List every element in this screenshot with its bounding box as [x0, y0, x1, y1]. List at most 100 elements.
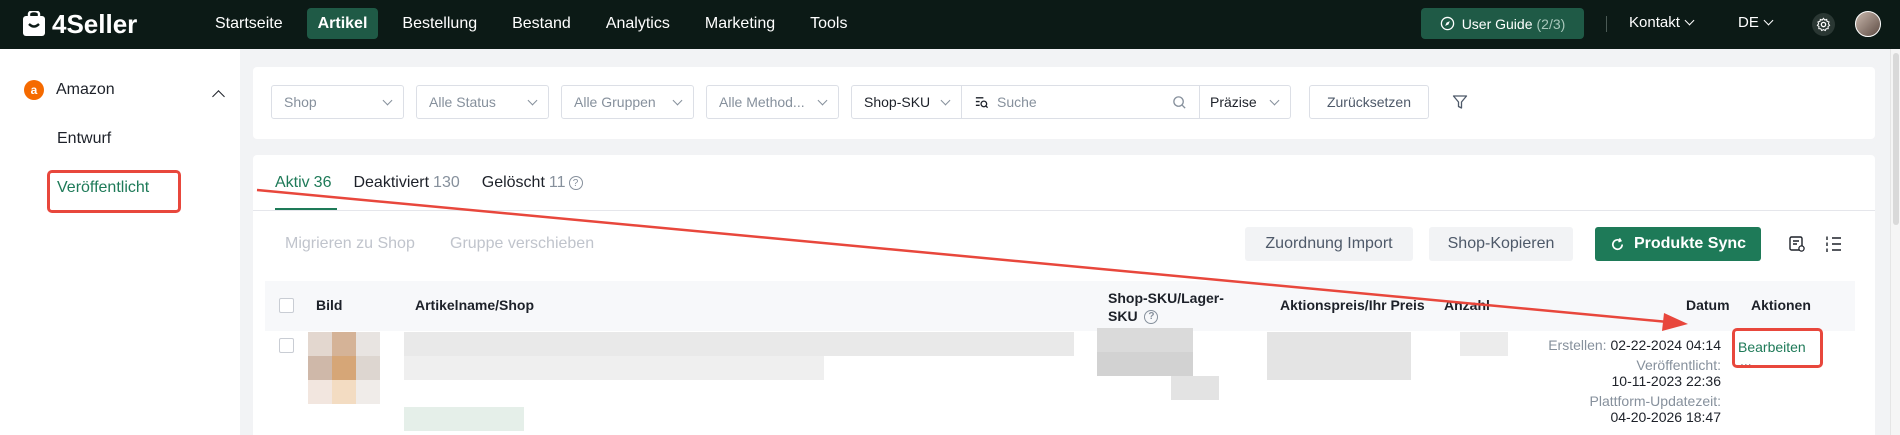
- nav-item-bestand[interactable]: Bestand: [501, 8, 582, 39]
- status-tabs: Aktiv 36 Deaktiviert 130 Gelöscht 11 ?: [275, 174, 605, 192]
- sync-label: Produkte Sync: [1633, 235, 1747, 252]
- search-field-select[interactable]: Shop-SKU: [852, 86, 962, 118]
- groups-select[interactable]: Alle Gruppen: [561, 85, 694, 119]
- status-select[interactable]: Alle Status: [416, 85, 549, 119]
- tab-count: 130: [433, 174, 460, 191]
- reset-button[interactable]: Zurücksetzen: [1309, 85, 1429, 119]
- row-checkbox[interactable]: [279, 338, 294, 353]
- kontakt-dropdown[interactable]: Kontakt: [1629, 14, 1695, 31]
- updated-value: 04-20-2026 18:47: [1610, 409, 1721, 425]
- method-select-label: Alle Method...: [719, 94, 805, 110]
- refresh-icon: [1612, 237, 1624, 250]
- tab-geloescht[interactable]: Gelöscht 11 ?: [482, 174, 583, 192]
- export-list-icon[interactable]: [1788, 235, 1806, 253]
- chevron-down-icon: [940, 95, 951, 106]
- filter-bar: Shop Alle Status Alle Gruppen Alle Metho…: [253, 67, 1875, 139]
- created-date: Erstellen: 02-22-2024 04:14: [1548, 337, 1721, 353]
- match-mode-select[interactable]: Präzise: [1200, 86, 1290, 118]
- help-circle-icon[interactable]: ?: [1144, 310, 1159, 325]
- column-amount: Anzahl: [1444, 297, 1490, 313]
- nav-item-bestellung[interactable]: Bestellung: [391, 8, 488, 39]
- tab-label: Gelöscht: [481, 174, 545, 191]
- nav-item-startseite[interactable]: Startseite: [204, 8, 294, 39]
- language-dropdown[interactable]: DE: [1738, 14, 1774, 31]
- chevron-up-icon[interactable]: [212, 90, 225, 103]
- chevron-down-icon: [1684, 15, 1695, 26]
- nav-item-tools[interactable]: Tools: [799, 8, 858, 39]
- sync-products-button[interactable]: Produkte Sync: [1595, 227, 1761, 261]
- published-label: Veröffentlicht:: [1636, 357, 1721, 373]
- migrate-to-shop-button[interactable]: Migrieren zu Shop: [285, 235, 415, 253]
- search-input[interactable]: Suche: [962, 86, 1200, 118]
- annotation-highlight-box: [47, 170, 181, 213]
- select-all-checkbox[interactable]: [279, 298, 294, 313]
- column-sku-line1: Shop-SKU/Lager-: [1108, 290, 1224, 306]
- shop-select-label: Shop: [284, 94, 317, 110]
- status-select-label: Alle Status: [429, 94, 496, 110]
- move-group-button[interactable]: Gruppe verschieben: [450, 235, 594, 253]
- active-tab-indicator: [275, 208, 337, 210]
- match-mode-label: Präzise: [1210, 94, 1257, 110]
- search-field-label: Shop-SKU: [864, 94, 931, 110]
- created-value: 02-22-2024 04:14: [1610, 337, 1721, 353]
- method-select[interactable]: Alle Method...: [706, 85, 839, 119]
- amazon-icon: a: [24, 80, 44, 100]
- gear-icon: [1816, 17, 1831, 32]
- annotation-highlight-box: [1732, 328, 1823, 368]
- listing-panel: Aktiv 36 Deaktiviert 130 Gelöscht 11 ? M…: [253, 155, 1875, 435]
- top-navigation-bar: 4Seller Startseite Artikel Bestellung Be…: [0, 0, 1900, 49]
- kontakt-label: Kontakt: [1629, 14, 1680, 31]
- import-mapping-button[interactable]: Zuordnung Import: [1245, 227, 1413, 261]
- nav-item-artikel[interactable]: Artikel: [306, 8, 379, 39]
- column-sku: Shop-SKU/Lager- SKU ?: [1108, 289, 1224, 325]
- chevron-down-icon: [672, 95, 683, 106]
- date-cell: Erstellen: 02-22-2024 04:14 Veröffentlic…: [1463, 337, 1721, 435]
- scrollbar-thumb[interactable]: [1893, 53, 1899, 225]
- sku-redacted: [1097, 328, 1193, 352]
- sidebar-item-entwurf[interactable]: Entwurf: [57, 130, 111, 148]
- help-circle-icon[interactable]: ?: [568, 176, 583, 190]
- logo-bag-icon: [22, 9, 46, 37]
- chevron-down-icon: [527, 95, 538, 106]
- created-label: Erstellen:: [1548, 337, 1607, 353]
- nav-item-marketing[interactable]: Marketing: [694, 8, 786, 39]
- user-guide-label: User Guide: [1461, 15, 1533, 32]
- user-guide-count: (2/3): [1536, 15, 1566, 32]
- tab-divider: [253, 210, 1875, 211]
- search-icon[interactable]: [1172, 95, 1187, 110]
- nav-item-analytics[interactable]: Analytics: [595, 8, 681, 39]
- page-scrollbar[interactable]: [1890, 49, 1900, 435]
- lager-sku-redacted: [1171, 376, 1219, 400]
- chevron-down-icon: [1763, 15, 1774, 26]
- chevron-down-icon: [382, 95, 393, 106]
- tab-count: 36: [313, 174, 332, 191]
- sku-redacted: [1097, 352, 1193, 376]
- shop-copy-button[interactable]: Shop-Kopieren: [1429, 227, 1573, 261]
- tab-aktiv[interactable]: Aktiv 36: [275, 174, 331, 192]
- column-actions: Aktionen: [1751, 297, 1811, 313]
- table-header: Bild Artikelname/Shop Shop-SKU/Lager- SK…: [265, 281, 1855, 331]
- list-search-icon: [975, 96, 989, 108]
- column-bild: Bild: [316, 297, 343, 313]
- search-placeholder: Suche: [997, 94, 1037, 110]
- user-guide-button[interactable]: User Guide (2/3): [1421, 8, 1584, 39]
- tab-label: Deaktiviert: [353, 174, 430, 191]
- published-value: 10-11-2023 22:36: [1611, 373, 1722, 389]
- groups-select-label: Alle Gruppen: [574, 94, 656, 110]
- settings-button[interactable]: [1812, 13, 1835, 36]
- column-date: Datum: [1686, 297, 1730, 313]
- compass-icon: [1440, 16, 1454, 31]
- shop-select[interactable]: Shop: [271, 85, 404, 119]
- app-name: 4Seller: [52, 8, 138, 39]
- user-avatar[interactable]: [1855, 11, 1881, 37]
- app-logo[interactable]: 4Seller: [22, 9, 137, 39]
- product-shop-redacted: [404, 407, 524, 431]
- filter-funnel-icon[interactable]: [1452, 94, 1468, 110]
- column-sku-line2: SKU: [1108, 308, 1138, 324]
- chevron-down-icon: [1269, 95, 1280, 106]
- column-settings-icon[interactable]: [1825, 235, 1843, 253]
- sidebar-group-amazon[interactable]: a Amazon: [24, 80, 115, 100]
- sku-search-group: Shop-SKU Suche Präzise: [851, 85, 1291, 119]
- chevron-down-icon: [817, 95, 828, 106]
- tab-deaktiviert[interactable]: Deaktiviert 130: [353, 174, 459, 192]
